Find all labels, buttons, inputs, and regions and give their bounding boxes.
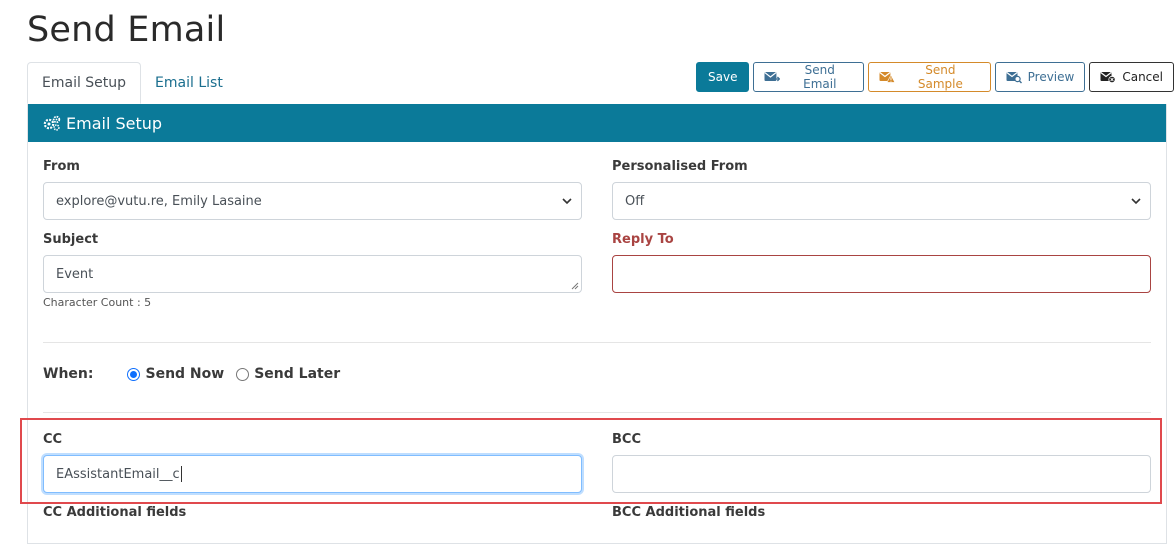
from-select-value: explore@vutu.re, Emily Lasaine	[56, 193, 262, 209]
envelope-warning-icon	[879, 72, 896, 83]
send-sample-button[interactable]: Send Sample	[868, 62, 991, 92]
subject-label: Subject	[43, 232, 99, 247]
reply-to-input[interactable]	[612, 255, 1151, 293]
divider	[43, 412, 1151, 413]
page-title: Send Email	[27, 10, 226, 50]
preview-button-label: Preview	[1027, 70, 1075, 84]
panel-title: Email Setup	[66, 113, 163, 133]
personalised-from-label: Personalised From	[612, 159, 748, 174]
tab-email-setup[interactable]: Email Setup	[27, 62, 142, 104]
personalised-from-select[interactable]: Off	[612, 182, 1151, 220]
preview-button[interactable]: Preview	[994, 62, 1086, 92]
send-sample-button-label: Send Sample	[917, 63, 963, 91]
resize-handle-icon[interactable]	[571, 282, 579, 290]
send-now-label: Send Now	[145, 366, 225, 382]
from-select[interactable]: explore@vutu.re, Emily Lasaine	[43, 182, 582, 220]
from-label: From	[43, 159, 80, 174]
envelope-close-icon	[1100, 72, 1116, 84]
send-email-button[interactable]: Send Email	[753, 62, 865, 92]
when-label: When:	[43, 366, 94, 382]
chevron-down-icon	[562, 198, 572, 205]
radio-checked-icon	[127, 367, 141, 381]
toolbar: Save Send Email Send Sample Preview Canc…	[696, 62, 1174, 92]
bcc-additional-fields-label: BCC Additional fields	[612, 505, 766, 520]
cancel-button-label: Cancel	[1122, 70, 1163, 84]
highlight-box	[20, 418, 1162, 504]
envelope-search-icon	[1006, 72, 1022, 84]
radio-unchecked-icon	[236, 367, 250, 381]
reply-to-label: Reply To	[612, 232, 674, 247]
send-later-radio[interactable]: Send Later	[236, 366, 340, 382]
when-row: When: Send Now Send Later	[43, 366, 340, 382]
envelope-arrow-icon	[764, 72, 781, 82]
cc-additional-fields-label: CC Additional fields	[43, 505, 187, 520]
save-button[interactable]: Save	[696, 62, 750, 92]
subject-value: Event	[56, 266, 94, 282]
tab-bar: Email Setup Email List	[27, 62, 237, 104]
save-button-label: Save	[708, 70, 738, 84]
gears-icon	[43, 115, 61, 131]
subject-textarea[interactable]: Event	[43, 255, 582, 293]
character-count: Character Count : 5	[43, 296, 152, 309]
divider	[43, 342, 1151, 343]
tab-email-list[interactable]: Email List	[141, 62, 237, 104]
send-now-radio[interactable]: Send Now	[127, 366, 224, 382]
cancel-button[interactable]: Cancel	[1089, 62, 1174, 92]
panel-header: Email Setup	[28, 104, 1166, 142]
personalised-from-value: Off	[625, 193, 645, 209]
send-email-button-label: Send Email	[803, 63, 837, 91]
chevron-down-icon	[1131, 198, 1141, 205]
send-later-label: Send Later	[254, 366, 341, 382]
